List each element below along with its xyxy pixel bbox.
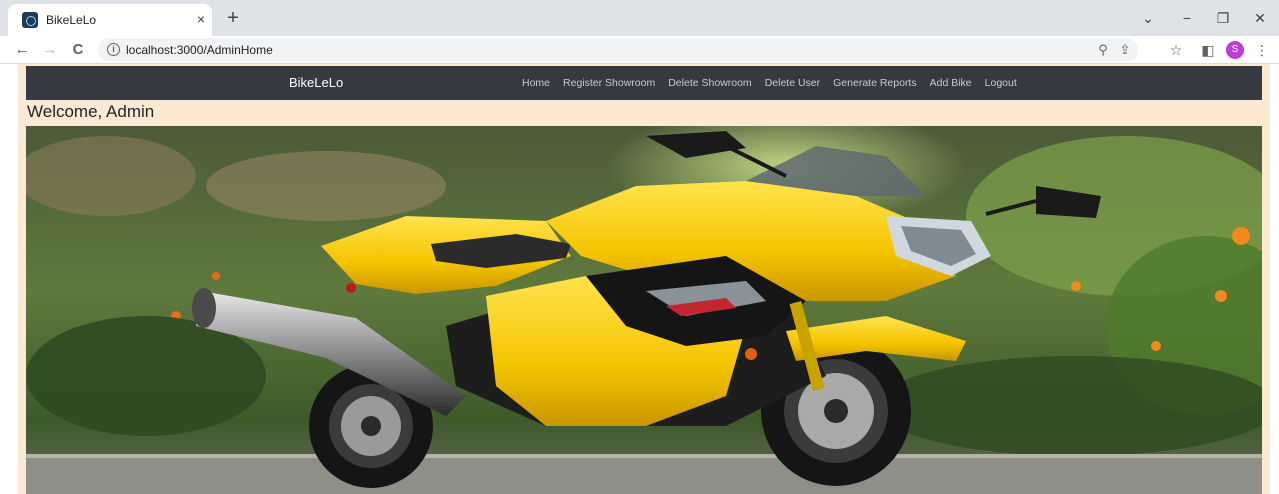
browser-tabstrip: BikeLeLo × + ⌄ − ❐ ✕ — [0, 0, 1279, 36]
nav-link-logout[interactable]: Logout — [985, 77, 1017, 89]
browser-menu-icon[interactable]: ⋮ — [1252, 40, 1272, 60]
address-bar[interactable]: i localhost:3000/AdminHome ⚲ ⇪ — [98, 38, 1138, 62]
url-text[interactable]: localhost:3000/AdminHome — [126, 43, 273, 57]
site-info-icon[interactable]: i — [107, 43, 120, 56]
window-close-icon[interactable]: ✕ — [1249, 8, 1271, 28]
react-favicon-icon — [22, 12, 38, 28]
browser-toolbar: ← → C i localhost:3000/AdminHome ⚲ ⇪ ☆ ◧… — [0, 36, 1279, 64]
nav-link-generate-reports[interactable]: Generate Reports — [833, 77, 916, 89]
restore-icon[interactable]: ❐ — [1212, 8, 1234, 28]
back-icon[interactable]: ← — [12, 40, 32, 60]
hero-motorcycle-image — [26, 126, 1262, 494]
bookmark-star-icon[interactable]: ☆ — [1166, 40, 1186, 60]
nav-link-delete-user[interactable]: Delete User — [765, 77, 820, 89]
reload-icon[interactable]: C — [68, 40, 88, 60]
profile-avatar[interactable]: S — [1226, 41, 1244, 59]
browser-tab[interactable]: BikeLeLo × — [8, 4, 212, 36]
new-tab-button[interactable]: + — [222, 8, 244, 30]
minimize-icon[interactable]: − — [1176, 8, 1198, 28]
navbar-brand[interactable]: BikeLeLo — [289, 75, 343, 90]
zoom-icon[interactable]: ⚲ — [1094, 41, 1112, 59]
tab-search-icon[interactable]: ⌄ — [1137, 8, 1159, 28]
side-panel-icon[interactable]: ◧ — [1198, 40, 1218, 60]
share-icon[interactable]: ⇪ — [1116, 41, 1134, 59]
forward-icon[interactable]: → — [40, 40, 60, 60]
page-viewport: BikeLeLo Home Register Showroom Delete S… — [0, 64, 1279, 494]
page-body: BikeLeLo Home Register Showroom Delete S… — [18, 64, 1270, 494]
nav-link-add-bike[interactable]: Add Bike — [930, 77, 972, 89]
nav-links: Home Register Showroom Delete Showroom D… — [522, 77, 1017, 89]
tab-close-icon[interactable]: × — [192, 10, 210, 28]
nav-link-delete-showroom[interactable]: Delete Showroom — [668, 77, 751, 89]
nav-link-register-showroom[interactable]: Register Showroom — [563, 77, 655, 89]
tab-title: BikeLeLo — [46, 13, 97, 27]
navbar: BikeLeLo Home Register Showroom Delete S… — [26, 66, 1262, 100]
welcome-heading: Welcome, Admin — [27, 102, 155, 121]
nav-link-home[interactable]: Home — [522, 77, 550, 89]
